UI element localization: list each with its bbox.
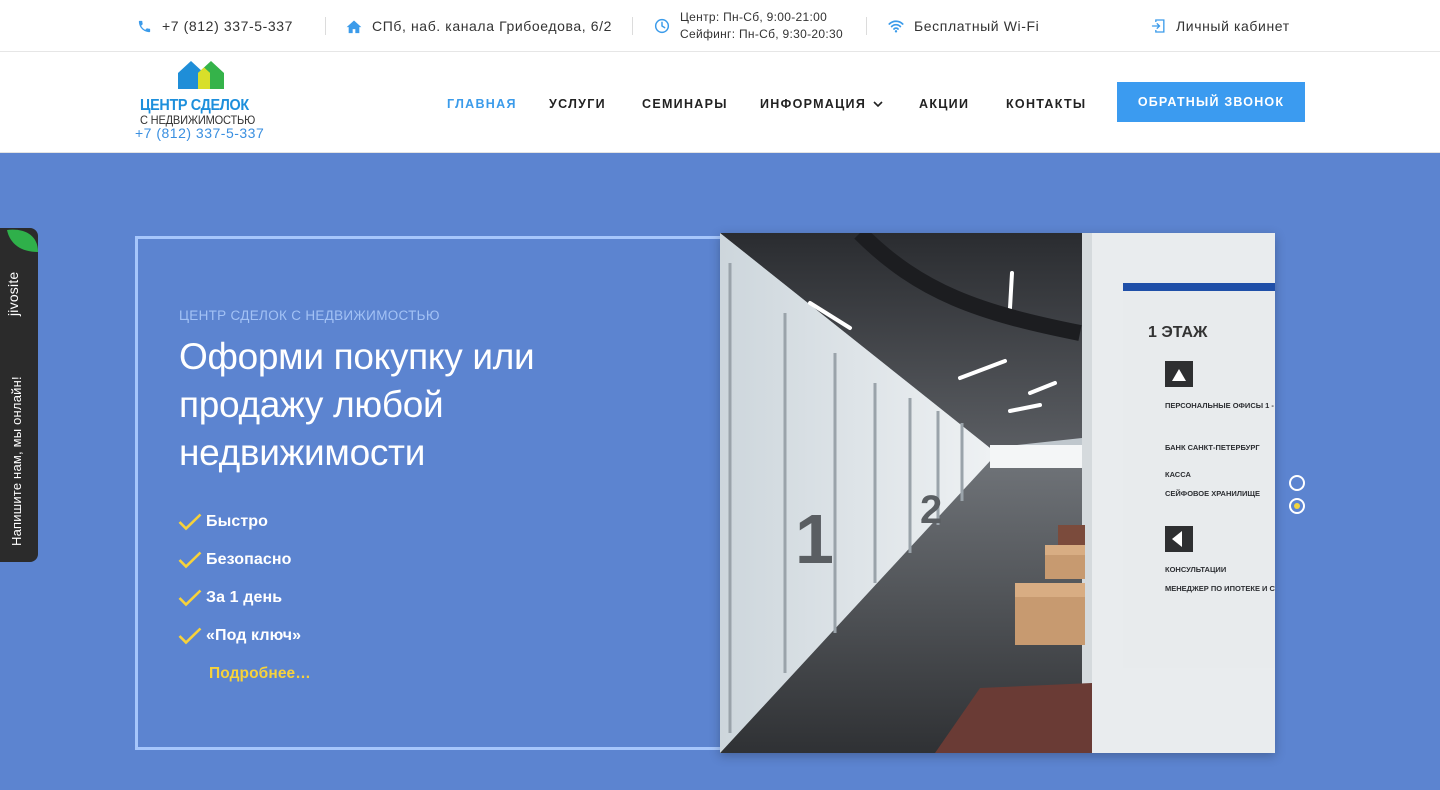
list-item: За 1 день bbox=[178, 579, 301, 617]
slider-dot-active[interactable] bbox=[1289, 498, 1305, 514]
feature-label: Быстро bbox=[206, 513, 269, 530]
divider bbox=[325, 17, 326, 35]
header: ЦЕНТР СДЕЛОК С НЕДВИЖИМОСТЬЮ +7 (812) 33… bbox=[0, 52, 1440, 153]
topbar-address-text: СПб, наб. канала Грибоедова, 6/2 bbox=[372, 18, 613, 34]
header-phone[interactable]: +7 (812) 337-5-337 bbox=[135, 125, 264, 141]
topbar-wifi-text: Бесплатный Wi-Fi bbox=[914, 18, 1040, 34]
slider-dot[interactable] bbox=[1289, 475, 1305, 491]
sign-title: 1 ЭТАЖ bbox=[1148, 324, 1208, 341]
hero-kicker: ЦЕНТР СДЕЛОК С НЕДВИЖИМОСТЬЮ bbox=[179, 308, 440, 323]
list-item: Быстро bbox=[178, 503, 301, 541]
phone-icon bbox=[138, 20, 151, 32]
hero-photo: 1 2 1 ЭТАЖ ПЕРСОНАЛЬНЫЕ ОФИСЫ 1 - 5 БАНК… bbox=[720, 233, 1275, 753]
check-icon bbox=[178, 589, 202, 607]
list-item: Безопасно bbox=[178, 541, 301, 579]
chevron-down-icon bbox=[873, 100, 883, 107]
clock-icon bbox=[654, 18, 670, 34]
hours-safe: Сейфинг: Пн-Сб, 9:30-20:30 bbox=[680, 27, 843, 41]
svg-text:2: 2 bbox=[920, 488, 942, 532]
sign-item: СЕЙФОВОЕ ХРАНИЛИЩЕ bbox=[1165, 489, 1260, 498]
more-link[interactable]: Подробнее… bbox=[209, 665, 311, 683]
nav-item-promo[interactable]: АКЦИИ bbox=[919, 97, 969, 111]
nav-item-info[interactable]: ИНФОРМАЦИЯ bbox=[760, 97, 883, 111]
sign-item: МЕНЕДЖЕР ПО ИПОТЕКЕ И СТРАХОВАНИЮ bbox=[1165, 584, 1275, 593]
feature-label: За 1 день bbox=[206, 589, 283, 606]
sign-item: КОНСУЛЬТАЦИИ bbox=[1165, 565, 1226, 574]
callback-button[interactable]: ОБРАТНЫЙ ЗВОНОК bbox=[1117, 82, 1305, 122]
divider bbox=[632, 17, 633, 35]
hero-headline: Оформи покупку или продажу любой недвижи… bbox=[179, 336, 535, 473]
top-bar: +7 (812) 337-5-337 СПб, наб. канала Гриб… bbox=[0, 0, 1440, 52]
feature-label: «Под ключ» bbox=[206, 627, 302, 644]
chat-brand: jivosite bbox=[5, 271, 21, 316]
sign-item: БАНК САНКТ-ПЕТЕРБУРГ bbox=[1165, 443, 1260, 452]
hero-slider: ЦЕНТР СДЕЛОК С НЕДВИЖИМОСТЬЮ Оформи поку… bbox=[0, 153, 1440, 790]
login-icon bbox=[1151, 19, 1165, 33]
topbar-phone[interactable]: +7 (812) 337-5-337 bbox=[137, 0, 293, 52]
nav-item-seminars[interactable]: СЕМИНАРЫ bbox=[642, 97, 728, 111]
wifi-icon bbox=[888, 20, 904, 33]
sign-item: ПЕРСОНАЛЬНЫЕ ОФИСЫ 1 - 5 bbox=[1165, 401, 1275, 410]
svg-text:1: 1 bbox=[795, 500, 834, 578]
slider-dots bbox=[1289, 475, 1305, 521]
check-icon bbox=[178, 513, 202, 531]
divider bbox=[866, 17, 867, 35]
house-logo-icon bbox=[178, 61, 224, 89]
sign-item: КАССА bbox=[1165, 470, 1191, 479]
topbar-address: СПб, наб. канала Грибоедова, 6/2 bbox=[346, 0, 612, 52]
nav-item-services[interactable]: УСЛУГИ bbox=[549, 97, 606, 111]
check-icon bbox=[178, 551, 202, 569]
topbar-wifi: Бесплатный Wi-Fi bbox=[888, 0, 1039, 52]
nav-item-info-label: ИНФОРМАЦИЯ bbox=[760, 97, 867, 111]
account-link[interactable]: Личный кабинет bbox=[1151, 0, 1290, 52]
account-link-text: Личный кабинет bbox=[1176, 18, 1290, 34]
nav-item-home[interactable]: ГЛАВНАЯ bbox=[447, 97, 517, 111]
topbar-hours: Центр: Пн-Сб, 9:00-21:00 Сейфинг: Пн-Сб,… bbox=[654, 0, 843, 52]
corridor-photo: 1 2 1 ЭТАЖ ПЕРСОНАЛЬНЫЕ ОФИСЫ 1 - 5 БАНК… bbox=[720, 233, 1275, 753]
check-icon bbox=[178, 627, 202, 645]
chat-widget[interactable]: jivosite Напишите нам, мы онлайн! bbox=[0, 228, 38, 562]
logo[interactable]: ЦЕНТР СДЕЛОК С НЕДВИЖИМОСТЬЮ bbox=[139, 58, 265, 127]
feature-label: Безопасно bbox=[206, 551, 292, 568]
home-icon bbox=[346, 20, 362, 33]
topbar-phone-text: +7 (812) 337-5-337 bbox=[162, 18, 294, 34]
nav-item-contacts[interactable]: КОНТАКТЫ bbox=[1006, 97, 1086, 111]
list-item: «Под ключ» bbox=[178, 617, 301, 655]
leaf-icon bbox=[7, 229, 38, 252]
feature-list: Быстро Безопасно За 1 день «Под ключ» bbox=[178, 503, 301, 655]
hours-center: Центр: Пн-Сб, 9:00-21:00 bbox=[680, 10, 828, 24]
chat-label: Напишите нам, мы онлайн! bbox=[9, 376, 24, 546]
